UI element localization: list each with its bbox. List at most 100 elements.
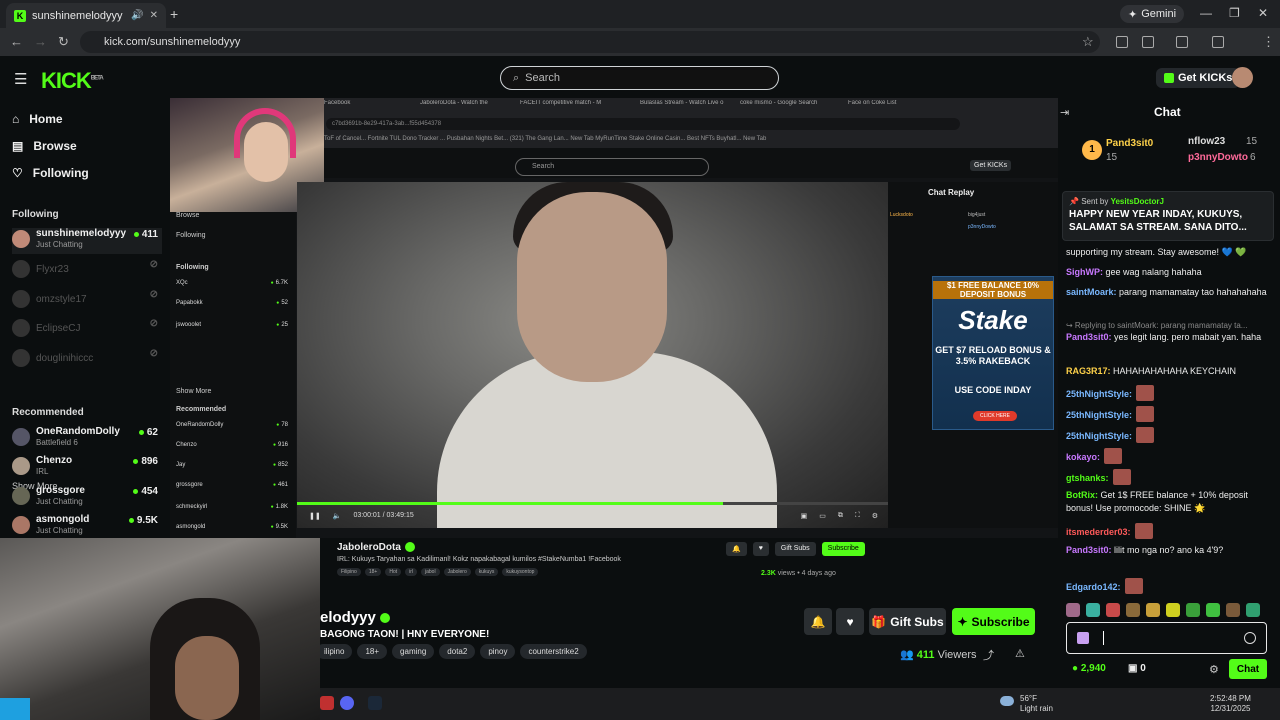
tag[interactable]: gaming — [392, 644, 435, 659]
nav-home[interactable]: ⌂ Home — [12, 112, 63, 126]
puzzle-icon[interactable] — [1142, 36, 1154, 48]
weather-widget[interactable]: 56°F Light rain — [1000, 694, 1053, 714]
recommended-channel[interactable]: grossgore Just Chatting 454 — [12, 485, 162, 511]
gift-subs-button[interactable]: 🎁 Gift Subs — [869, 608, 946, 635]
back-icon[interactable]: ← — [10, 34, 23, 49]
following-channel[interactable]: douglinihiccc ⊘ — [12, 347, 162, 373]
nav-following[interactable]: ♡ Following — [12, 166, 89, 180]
notification-bell-button[interactable]: 🔔 — [804, 608, 832, 635]
close-tab-icon[interactable]: ✕ — [150, 10, 158, 21]
avatar — [12, 230, 30, 248]
user-avatar[interactable] — [1232, 67, 1253, 88]
tag[interactable]: pinoy — [480, 644, 516, 659]
send-chat-button[interactable]: Chat — [1229, 659, 1267, 679]
bookmark-star-icon[interactable]: ☆ — [1082, 34, 1094, 50]
menu-icon[interactable]: ☰ — [14, 70, 27, 88]
recommended-channel[interactable]: Chenzo IRL 896 — [12, 455, 162, 481]
settings-icon[interactable]: ⚙ — [872, 512, 878, 520]
following-channel[interactable]: sunshinemelodyyy Just Chatting 411 — [12, 228, 162, 254]
chat-username[interactable]: Pand3sit0: — [1066, 332, 1112, 342]
reload-icon[interactable]: ↻ — [58, 34, 69, 50]
home-icon: ⌂ — [12, 112, 20, 126]
close-window-button[interactable]: ✕ — [1258, 6, 1268, 20]
kicks-balance[interactable]: ● 2,940 — [1072, 663, 1106, 674]
steam-icon[interactable] — [368, 696, 382, 710]
browser-tab[interactable]: K sunshinemelodyyy Stream 🔊 ✕ — [6, 3, 166, 28]
tag[interactable]: dota2 — [439, 644, 476, 659]
recommended-channel[interactable]: OneRandomDolly Battlefield 6 62 — [12, 426, 162, 452]
stream-title: BAGONG TAON! | HNY EVERYONE! — [320, 629, 490, 640]
chat-username[interactable]: saintMoark: — [1066, 287, 1117, 297]
chat-username[interactable]: Edgardo142: — [1066, 582, 1121, 592]
fullscreen-icon[interactable]: ⛶ — [855, 512, 860, 520]
report-icon[interactable]: ⚠ — [1015, 647, 1025, 660]
follow-button[interactable]: ♥ — [836, 608, 864, 635]
tab-title: sunshinemelodyyy Stream — [32, 9, 125, 22]
video-progress-bar[interactable] — [297, 502, 888, 505]
media-icon[interactable] — [1212, 36, 1224, 48]
chat-username[interactable]: itsmederder03: — [1066, 527, 1131, 537]
recommended-channel[interactable]: asmongold Just Chatting 9.5K — [12, 514, 162, 540]
top-gifters: 1 Pand3sit0 15 nflow23 15 p3nnyDowto 6 — [1070, 134, 1270, 174]
chat-username[interactable]: gtshanks: — [1066, 473, 1109, 483]
following-channel[interactable]: omzstyle17 ⊘ — [12, 288, 162, 314]
gift-icon[interactable] — [1077, 632, 1089, 644]
emoji-icon[interactable] — [1244, 632, 1256, 644]
kicks-icon — [1164, 73, 1174, 83]
extension-icon[interactable] — [1116, 36, 1128, 48]
stream-player[interactable]: Facebook JaboleroDota - Watch the FACEIT… — [170, 98, 1058, 538]
collapse-chat-icon[interactable]: ⇥ — [1060, 106, 1069, 119]
system-clock[interactable]: 2:52:48 PM 12/31/2025 — [1210, 694, 1251, 714]
following-channel[interactable]: Flyxr23 ⊘ — [12, 258, 162, 284]
chat-message: BotRix: Get 1$ FREE balance + 10% deposi… — [1066, 489, 1274, 515]
chat-username[interactable]: RAG3R17: — [1066, 366, 1111, 376]
nav-browse[interactable]: ▤ Browse — [12, 139, 77, 153]
chat-settings-icon[interactable]: ⚙ — [1209, 663, 1219, 676]
tag[interactable]: 18+ — [357, 644, 388, 659]
chat-username[interactable]: SighWP: — [1066, 267, 1103, 277]
shared-tags: Filipino 18+ Hot irl jabol Jabolero kukuys kuku… — [337, 568, 539, 576]
audio-icon[interactable]: 🔊 — [131, 10, 143, 21]
chat-username[interactable]: kokayo: — [1066, 452, 1100, 462]
following-heading: Following — [12, 209, 59, 220]
new-tab-button[interactable]: + — [170, 6, 178, 22]
minimize-button[interactable]: — — [1200, 6, 1212, 20]
chat-username[interactable]: ↪ Replying to saintMoark: parang mamamat… — [1066, 321, 1247, 330]
theater-icon[interactable]: ▭ — [819, 512, 826, 520]
tab-search-icon[interactable] — [1176, 36, 1188, 48]
chat-username[interactable]: 25thNightStyle: — [1066, 410, 1132, 420]
chat-username[interactable]: 25thNightStyle: — [1066, 431, 1132, 441]
tag[interactable]: counterstrike2 — [520, 644, 587, 659]
chat-username[interactable]: BotRix: — [1066, 490, 1098, 500]
url-field[interactable]: kick.com/sunshinemelodyyy — [80, 31, 1100, 53]
clip-icon[interactable]: ▣ — [801, 512, 808, 520]
following-channel[interactable]: EclipseCJ ⊘ — [12, 317, 162, 343]
subscribe-button[interactable]: ✦ Subscribe — [952, 608, 1035, 635]
maximize-button[interactable]: ❐ — [1229, 6, 1240, 20]
pause-icon[interactable]: ❚❚ — [309, 512, 321, 520]
emote-bar — [1066, 603, 1260, 617]
shared-views: 2.3K views • 4 days ago — [761, 570, 836, 577]
share-icon[interactable]: ⤴ — [983, 647, 994, 663]
volume-icon[interactable]: 🔈 — [333, 512, 342, 520]
gemini-button[interactable]: ✦ Gemini — [1120, 5, 1185, 23]
search-icon: ⌕ — [513, 71, 520, 84]
forward-icon[interactable]: → — [34, 34, 47, 49]
discord-icon[interactable] — [340, 696, 354, 710]
chat-input[interactable] — [1066, 622, 1267, 654]
box-balance[interactable]: ▣ 0 — [1128, 663, 1146, 674]
get-kicks-button[interactable]: Get KICKs — [1156, 68, 1241, 88]
stake-advertisement[interactable]: $1 FREE BALANCE 10% DEPOSIT BONUS Stake … — [932, 276, 1054, 430]
chat-username[interactable]: Pand3sit0: — [1066, 545, 1112, 555]
tag[interactable]: ilipino — [316, 644, 353, 659]
pip-icon[interactable]: ⧉ — [838, 512, 843, 520]
chat-username[interactable]: 25thNightStyle: — [1066, 389, 1132, 399]
emote-icon — [1112, 469, 1131, 485]
channel-name[interactable]: elodyyy — [320, 609, 390, 626]
search-input[interactable]: ⌕ Search — [500, 66, 779, 90]
taskbar-app-icon[interactable] — [320, 696, 334, 710]
chat-text: lilit mo nga no? ano ka 4'9? — [1111, 545, 1224, 555]
pinned-message[interactable]: 📌 Sent by YesitsDoctorJ HAPPY NEW YEAR I… — [1062, 191, 1274, 241]
more-menu-icon[interactable]: ⋮ — [1262, 34, 1275, 50]
kick-logo[interactable]: KICKBETA — [41, 68, 104, 94]
